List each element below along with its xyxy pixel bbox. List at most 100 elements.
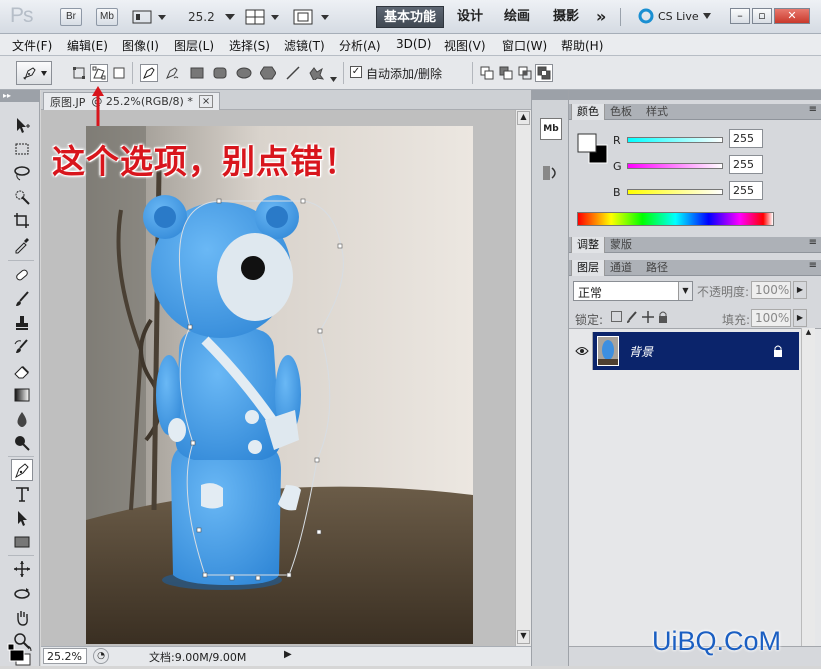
menu-window[interactable]: 窗口(W)	[502, 37, 547, 54]
gradient-tool-icon[interactable]	[11, 384, 33, 406]
workspace-photography-button[interactable]: 摄影	[547, 6, 585, 28]
view-extras-icon[interactable]	[132, 9, 168, 25]
menu-view[interactable]: 视图(V)	[444, 37, 486, 54]
add-to-shape-area-icon[interactable]	[478, 64, 496, 82]
healing-brush-tool-icon[interactable]	[11, 264, 33, 286]
opacity-field[interactable]: 100%	[751, 281, 791, 299]
move-tool-icon[interactable]	[11, 114, 33, 136]
more-workspaces-button[interactable]: »	[590, 6, 612, 28]
custom-shape-icon[interactable]	[307, 64, 325, 82]
panel-menu-icon[interactable]: ≡	[809, 260, 817, 271]
mini-bridge-button[interactable]: Mb	[96, 8, 118, 26]
rectangle-shape-icon[interactable]	[188, 64, 206, 82]
tab-layers[interactable]: 图层	[571, 260, 605, 276]
lock-pixels-icon[interactable]	[626, 311, 638, 323]
tab-masks[interactable]: 蒙版	[605, 237, 637, 253]
scroll-down-icon[interactable]: ▼	[517, 630, 530, 644]
history-panel-icon[interactable]	[540, 162, 562, 184]
fill-field[interactable]: 100%	[751, 309, 791, 327]
rectangle-tool-icon[interactable]	[11, 531, 33, 553]
clone-stamp-tool-icon[interactable]	[11, 312, 33, 334]
polygon-shape-icon[interactable]	[259, 64, 277, 82]
eyedropper-tool-icon[interactable]	[11, 234, 33, 256]
menu-select[interactable]: 选择(S)	[229, 37, 270, 54]
fill-pixels-icon[interactable]	[110, 64, 128, 82]
document-tab[interactable]: 原图.JP @ 25.2%(RGB/8) * ×	[43, 92, 221, 110]
tab-swatches[interactable]: 色板	[605, 104, 637, 120]
type-tool-icon[interactable]	[11, 483, 33, 505]
restore-button[interactable]: ▫	[752, 8, 772, 24]
close-icon[interactable]: ×	[198, 95, 214, 108]
line-shape-icon[interactable]	[284, 64, 302, 82]
paths-mode-icon[interactable]	[90, 64, 108, 82]
hand-tool-icon[interactable]	[11, 606, 33, 628]
color-spectrum-bar[interactable]	[577, 212, 774, 226]
panel-menu-icon[interactable]: ≡	[809, 104, 817, 115]
pen-tool-icon[interactable]	[11, 459, 33, 481]
menu-edit[interactable]: 编辑(E)	[67, 37, 108, 54]
menu-analysis[interactable]: 分析(A)	[339, 37, 381, 54]
document-canvas[interactable]	[41, 110, 515, 646]
scroll-up-icon[interactable]: ▲	[517, 111, 530, 125]
minimize-button[interactable]: –	[730, 8, 750, 24]
zoom-level-dropdown[interactable]: 25.2	[188, 9, 238, 25]
status-menu-arrow-icon[interactable]: ▶	[284, 649, 292, 660]
fill-slider-icon[interactable]: ▶	[793, 309, 807, 327]
menu-file[interactable]: 文件(F)	[12, 37, 52, 54]
vertical-scrollbar[interactable]: ▲ ▼	[515, 110, 531, 646]
close-button[interactable]: ✕	[774, 8, 810, 24]
shape-layers-icon[interactable]	[70, 64, 88, 82]
navigator-icon[interactable]: ◔	[93, 648, 109, 664]
channel-value-r[interactable]: 255	[729, 129, 763, 148]
blend-mode-select[interactable]: 正常 ▼	[573, 281, 693, 301]
eye-icon[interactable]	[571, 332, 593, 370]
quick-selection-tool-icon[interactable]	[11, 186, 33, 208]
slider-r[interactable]	[627, 137, 723, 143]
foreground-background-colors[interactable]	[6, 642, 34, 666]
history-brush-tool-icon[interactable]	[11, 336, 33, 358]
lock-all-icon[interactable]	[658, 311, 668, 323]
collapse-tools-icon[interactable]: ▸▸	[0, 90, 40, 102]
screen-mode-icon[interactable]	[293, 8, 333, 26]
tab-styles[interactable]: 样式	[641, 104, 673, 120]
channel-value-b[interactable]: 255	[729, 181, 763, 200]
3d-orbit-tool-icon[interactable]	[11, 582, 33, 604]
dodge-tool-icon[interactable]	[11, 432, 33, 454]
color-swatch-fg-bg[interactable]	[577, 133, 609, 165]
arrange-documents-icon[interactable]	[245, 8, 281, 26]
menu-image[interactable]: 图像(I)	[122, 37, 159, 54]
marquee-tool-icon[interactable]	[11, 138, 33, 160]
blur-tool-icon[interactable]	[11, 408, 33, 430]
slider-b[interactable]	[627, 189, 723, 195]
tab-channels[interactable]: 通道	[605, 260, 637, 276]
menu-filter[interactable]: 滤镜(T)	[284, 37, 325, 54]
opacity-slider-icon[interactable]: ▶	[793, 281, 807, 299]
auto-add-delete-checkbox[interactable]: ✓	[350, 66, 362, 78]
lock-transparent-icon[interactable]	[611, 311, 622, 322]
tab-adjustments[interactable]: 调整	[571, 237, 605, 253]
tab-color[interactable]: 颜色	[571, 104, 605, 120]
workspace-essentials-button[interactable]: 基本功能	[376, 6, 445, 28]
layer-row-background[interactable]: 背景	[593, 332, 799, 370]
menu-help[interactable]: 帮助(H)	[561, 37, 603, 54]
subtract-shape-area-icon[interactable]	[497, 64, 515, 82]
chevron-down-icon[interactable]	[330, 71, 337, 85]
slider-g[interactable]	[627, 163, 723, 169]
crop-tool-icon[interactable]	[11, 210, 33, 232]
path-selection-tool-icon[interactable]	[11, 507, 33, 529]
ellipse-shape-icon[interactable]	[235, 64, 253, 82]
menu-3d[interactable]: 3D(D)	[396, 37, 431, 51]
3d-rotate-tool-icon[interactable]	[11, 558, 33, 580]
lasso-tool-icon[interactable]	[11, 162, 33, 184]
lock-position-icon[interactable]	[642, 311, 654, 323]
layers-scrollbar[interactable]: ▲	[801, 328, 815, 648]
menu-layer[interactable]: 图层(L)	[174, 37, 214, 54]
intersect-shape-areas-icon[interactable]	[516, 64, 534, 82]
freeform-pen-icon[interactable]	[163, 64, 181, 82]
brush-tool-icon[interactable]	[11, 288, 33, 310]
eraser-tool-icon[interactable]	[11, 360, 33, 382]
tab-paths[interactable]: 路径	[641, 260, 673, 276]
zoom-field[interactable]: 25.2%	[43, 648, 87, 664]
canvas-area[interactable]	[41, 110, 515, 646]
exclude-overlapping-areas-icon[interactable]	[535, 64, 553, 82]
